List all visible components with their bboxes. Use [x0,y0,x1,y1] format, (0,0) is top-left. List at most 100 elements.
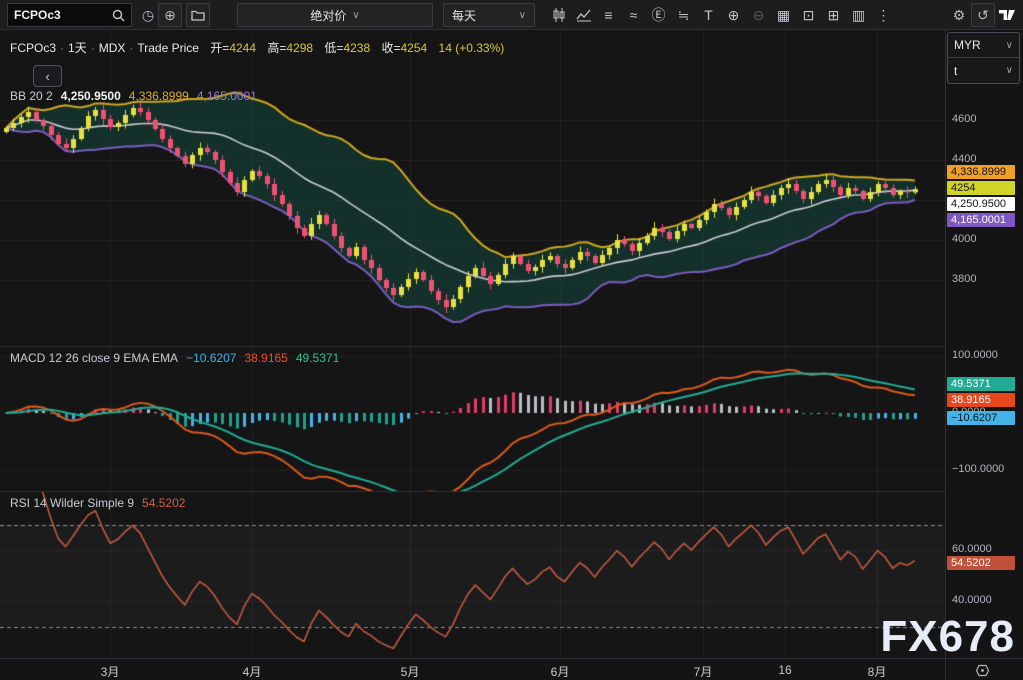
indicators-icon [576,8,592,22]
time-axis-settings-icon[interactable] [975,663,990,680]
templates-button[interactable]: ≡ [596,3,621,27]
tradingview-logo-icon [998,8,1016,22]
layers-icon: ≡ [604,7,612,23]
symbol-text: FCPOc3 [14,8,61,22]
text-icon: T [704,7,713,23]
price-tick-label: 3800 [952,273,976,285]
snapshot-icon: ⊡ [803,7,815,24]
chart-style-button[interactable] [546,3,571,27]
toolbar-right-strip: ⚙ ↺ [947,3,1019,27]
time-tick-label: 7月 [694,663,713,680]
macd-tick-label: −100.0000 [952,463,1004,475]
time-tick-label: 3月 [101,663,120,680]
publish-chart-icon: ▥ [852,7,865,24]
search-icon [112,9,125,22]
compare-button[interactable]: ≈ [621,3,646,27]
bollinger-legend[interactable]: BB 20 24,250.95004,336.89994,165.0001 [10,89,257,103]
header-exchange: MDX [99,41,126,55]
currency-unit-selector[interactable]: MYR∨ t∨ [947,32,1020,84]
zoom-out-button[interactable]: ⊖ [746,3,771,27]
price-badge: 4,250.9500 [947,197,1015,211]
symbol-header[interactable]: FCPOc3·1天·MDX·Trade Price 开=4244 高=4298 … [10,39,504,56]
data-table-button[interactable]: ▦ [771,3,796,27]
macd-badge: −10.6207 [947,411,1015,425]
add-symbol-button[interactable]: ⊕ [158,3,182,27]
undo-icon: ↺ [977,7,989,24]
tradingview-logo[interactable] [995,3,1019,27]
candlestick-icon [552,7,566,23]
more-options-button[interactable]: ⋮ [871,3,896,27]
chevron-down-icon: ∨ [1006,65,1013,76]
time-tick-label: 4月 [243,663,262,680]
unit-dropdown[interactable]: t∨ [948,58,1019,83]
time-tick-label: 8月 [868,663,887,680]
currency-dropdown[interactable]: MYR∨ [948,33,1019,58]
text-tool-button[interactable]: T [696,3,721,27]
time-tick-label: 5月 [401,663,420,680]
header-price-type: Trade Price [137,41,199,55]
snapshot-button[interactable]: ⊡ [796,3,821,27]
open-value: 4244 [229,41,256,55]
chevron-left-icon: ‹ [45,69,49,84]
price-axis[interactable]: 4600440040003800100.00000.0000−100.00006… [945,30,1023,658]
rsi-legend[interactable]: RSI 14 Wilder Simple 954.5202 [10,496,185,510]
header-interval: 1天 [68,41,87,55]
high-value: 4298 [286,41,313,55]
time-tick-label: 6月 [551,663,570,680]
chevron-down-icon: ∨ [519,10,526,21]
indicators-button[interactable] [571,3,596,27]
macd-legend[interactable]: MACD 12 26 close 9 EMA EMA−10.620738.916… [10,351,339,365]
gear-icon: ⚙ [953,7,966,24]
bb-lower-value: 4,165.0001 [197,89,257,103]
price-tick-label: 4000 [952,233,976,245]
macd-line-value: 38.9165 [244,351,287,365]
macd-signal-value: 49.5371 [296,351,339,365]
macd-hist-value: −10.6207 [186,351,236,365]
price-tick-label: 4600 [952,113,976,125]
time-axis[interactable]: 3月 4月 5月 6月 7月 16 8月 [0,658,1023,680]
chart-canvas[interactable] [0,30,945,658]
header-symbol: FCPOc3 [10,41,56,55]
bar-replay-clock-icon[interactable]: ◷ [136,3,160,27]
undo-button[interactable]: ↺ [971,3,995,27]
rsi-value: 54.5202 [142,496,185,510]
settings-button[interactable]: ⚙ [947,3,971,27]
price-badge: 4254 [947,181,1015,195]
top-toolbar: FCPOc3 ◷ ⊕ 绝对价 ∨ 每天 ∨ [0,0,1023,30]
publish-button[interactable]: ▥ [846,3,871,27]
zoom-in-button[interactable]: ⊕ [721,3,746,27]
price-badge: 4,165.0001 [947,213,1015,227]
macd-tick-label: 100.0000 [952,349,998,361]
zoom-in-icon: ⊕ [728,7,740,24]
price-mode-dropdown[interactable]: 绝对价 ∨ [237,3,433,27]
folder-icon [191,9,205,21]
bb-basis-value: 4,250.9500 [61,89,121,103]
zoom-out-icon: ⊖ [753,7,765,24]
scale-settings-button[interactable]: ≒ [671,3,696,27]
price-tick-label: 4400 [952,153,976,165]
time-axis-divider [945,659,946,680]
price-badge: 4,336.8999 [947,165,1015,179]
chevron-down-icon: ∨ [352,10,359,21]
time-tick-label: 16 [778,663,791,677]
scale-icon: ≒ [678,7,690,24]
trading-chart-app: FCPOc3 ◷ ⊕ 绝对价 ∨ 每天 ∨ [0,0,1023,680]
waves-icon: ≈ [630,7,638,23]
back-button[interactable]: ‹ [33,65,62,87]
more-dots-icon: ⋮ [877,7,891,24]
open-layout-button[interactable] [186,3,210,27]
symbol-search-input[interactable]: FCPOc3 [7,3,132,27]
rsi-tick-label: 60.0000 [952,543,992,555]
interval-dropdown[interactable]: 每天 ∨ [443,3,535,27]
layout-button[interactable]: ⊞ [821,3,846,27]
toolbar-icon-strip: ≡ ≈ Ⓔ ≒ T ⊕ ⊖ ▦ ⊡ ⊞ ▥ ⋮ [546,3,896,27]
low-value: 4238 [343,41,370,55]
e-circle-icon: Ⓔ [652,5,666,25]
close-value: 4254 [401,41,428,55]
macd-badge: 49.5371 [947,377,1015,391]
fx678-watermark: FX678 [880,612,1015,662]
rsi-badge: 54.5202 [947,556,1015,570]
rsi-tick-label: 40.0000 [952,594,992,606]
economy-button[interactable]: Ⓔ [646,3,671,27]
table-icon: ▦ [777,7,790,24]
